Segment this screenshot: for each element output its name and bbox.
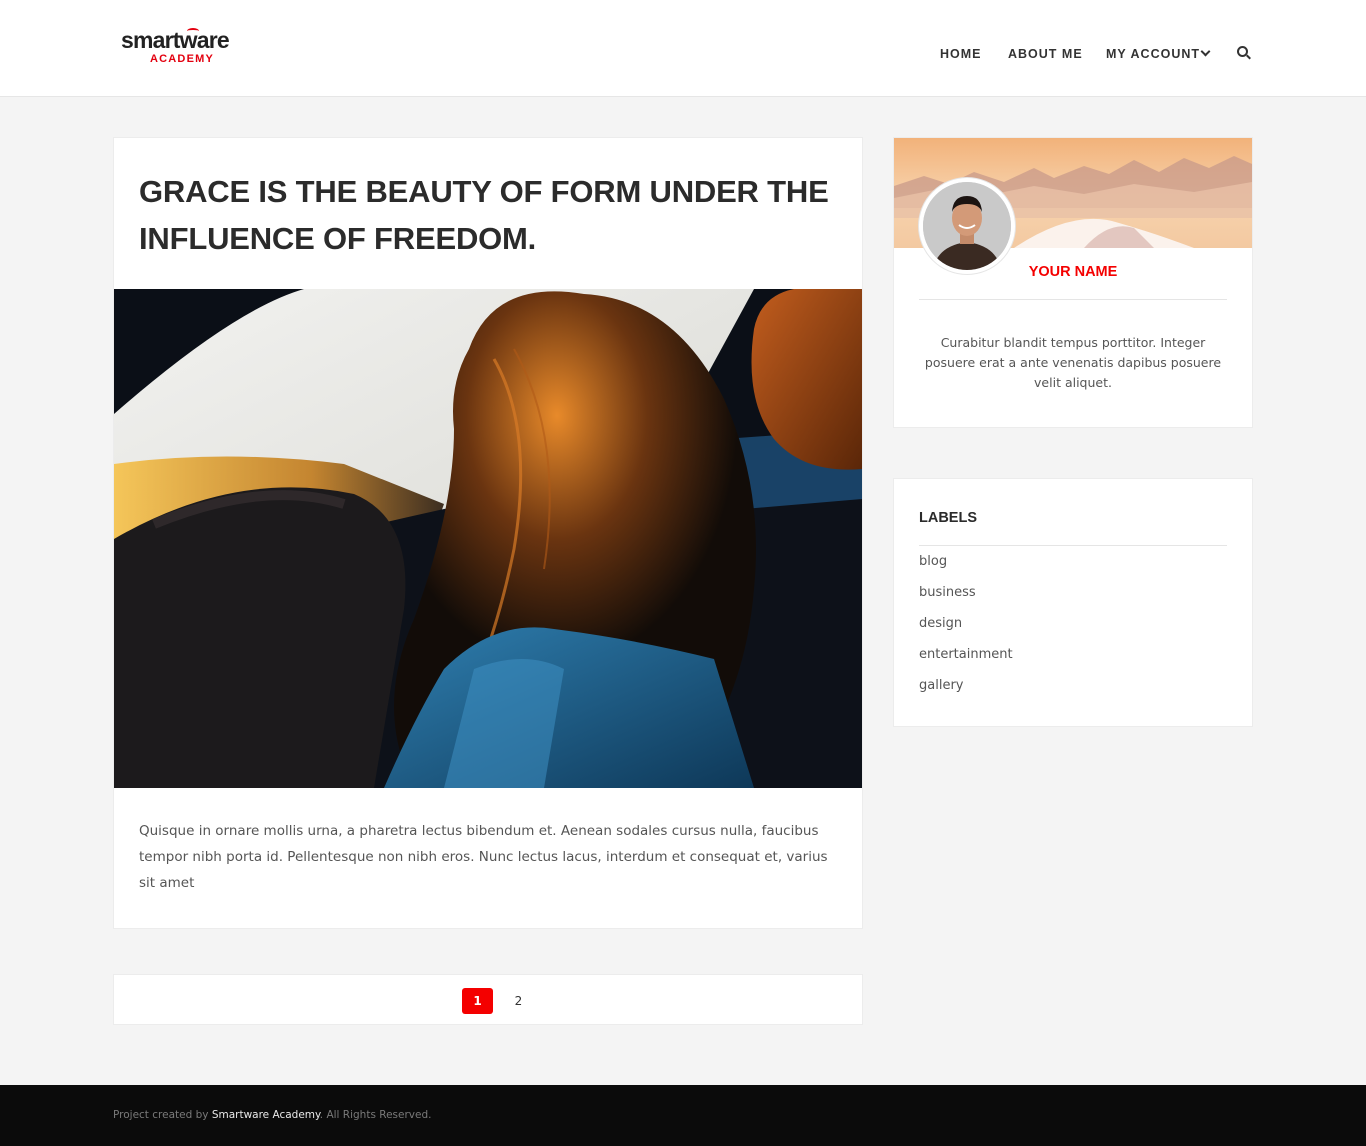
labels-divider [919, 545, 1227, 546]
profile-widget: YOUR NAME Curabitur blandit tempus portt… [893, 137, 1253, 428]
nav-home[interactable]: HOME [940, 46, 982, 62]
nav-my-account[interactable]: MY ACCOUNT [1106, 46, 1200, 62]
profile-description: Curabitur blandit tempus porttitor. Inte… [924, 335, 1222, 390]
nav-about-me[interactable]: ABOUT ME [1008, 46, 1083, 62]
logo-wordmark: smartware [121, 27, 230, 53]
pagination: 1 2 [113, 974, 863, 1025]
footer-prefix: Project created by [113, 1109, 212, 1121]
post-excerpt: Quisque in ornare mollis urna, a pharetr… [139, 823, 828, 891]
post-featured-image[interactable] [114, 289, 862, 788]
profile-name[interactable]: YOUR NAME [1019, 264, 1127, 280]
footer-copyright: Project created by Smartware Academy. Al… [113, 1109, 431, 1121]
label-link-blog[interactable]: blog [919, 553, 947, 571]
page-1-button[interactable]: 1 [462, 988, 493, 1014]
label-link-business[interactable]: business [919, 584, 976, 602]
profile-divider [919, 299, 1227, 300]
label-link-design[interactable]: design [919, 615, 962, 633]
logo-subtitle: ACADEMY [150, 53, 215, 65]
search-icon-handle [1246, 54, 1251, 60]
avatar[interactable] [919, 178, 1015, 274]
avatar-portrait [923, 182, 1011, 270]
post-title[interactable]: GRACE IS THE BEAUTY OF FORM UNDER THE IN… [139, 168, 829, 262]
page-2-button[interactable]: 2 [503, 988, 534, 1014]
site-header: smartware ACADEMY HOME ABOUT ME MY ACCOU… [0, 0, 1366, 97]
labels-widget: LABELS blog business design entertainmen… [893, 478, 1253, 727]
post-card: GRACE IS THE BEAUTY OF FORM UNDER THE IN… [113, 137, 863, 929]
search-icon[interactable] [1237, 46, 1251, 60]
site-footer: Project created by Smartware Academy. Al… [0, 1085, 1366, 1146]
logo-swoosh-icon [187, 28, 199, 34]
footer-brand-link[interactable]: Smartware Academy [212, 1109, 320, 1121]
labels-title: LABELS [919, 510, 977, 526]
label-link-entertainment[interactable]: entertainment [919, 646, 1013, 664]
site-logo[interactable]: smartware ACADEMY [121, 28, 251, 68]
chevron-down-icon[interactable] [1200, 46, 1211, 57]
footer-suffix: . All Rights Reserved. [319, 1109, 432, 1121]
label-link-gallery[interactable]: gallery [919, 677, 963, 695]
post-image-illustration [114, 289, 862, 788]
